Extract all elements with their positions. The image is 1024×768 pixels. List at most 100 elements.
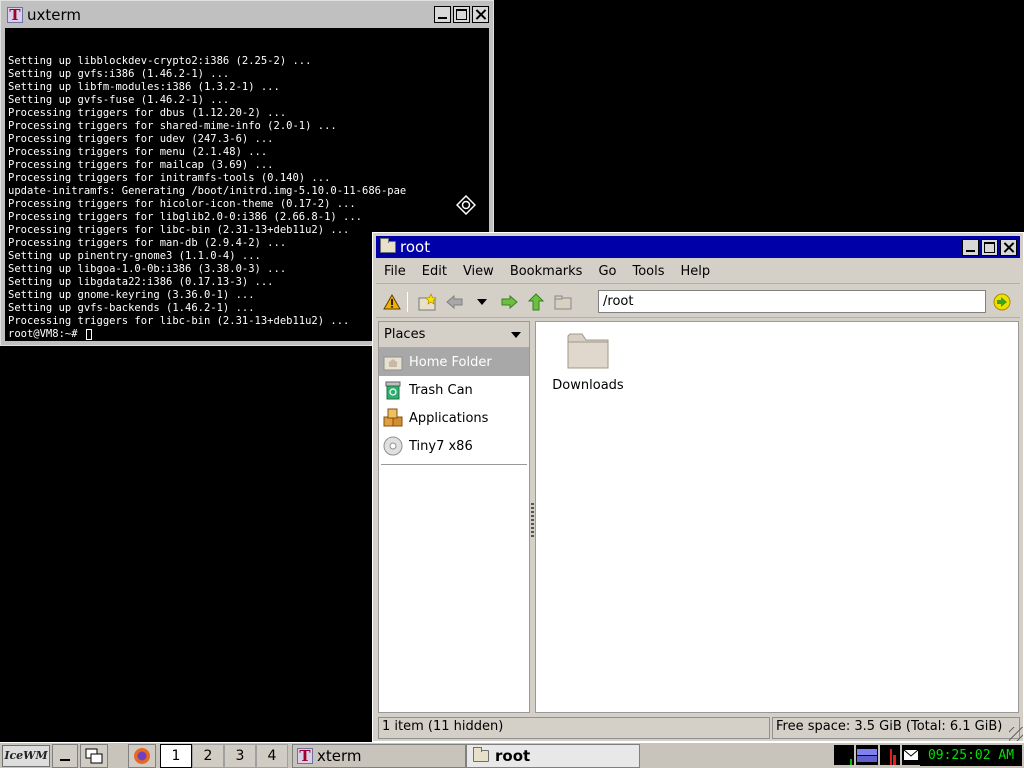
windows-icon	[85, 748, 103, 763]
places-divider	[381, 464, 527, 465]
icewm-logo-text: IceWM	[4, 749, 48, 762]
disc-icon	[383, 436, 403, 456]
task-root[interactable]: root	[466, 743, 640, 768]
home-folder-icon	[383, 352, 403, 372]
menu-edit[interactable]: Edit	[414, 260, 455, 283]
terminal-line: update-initramfs: Generating /boot/initr…	[8, 185, 407, 197]
menu-bar: File Edit View Bookmarks Go Tools Help	[376, 260, 1020, 284]
workspace-switcher: 1 2 3 4	[160, 743, 288, 768]
start-menu-button[interactable]: IceWM	[2, 744, 50, 767]
back-icon[interactable]	[444, 291, 466, 313]
menu-view[interactable]: View	[455, 260, 502, 283]
terminal-line: Processing triggers for dbus (1.12.20-2)…	[8, 107, 287, 119]
task-xterm[interactable]: T xterm	[292, 743, 466, 768]
clock[interactable]: 09:25:02 AM	[920, 745, 1022, 766]
xterm-minimize-button[interactable]	[434, 6, 451, 23]
home-icon[interactable]	[552, 291, 574, 313]
toolbar-separator	[407, 291, 408, 312]
terminal-line: Processing triggers for udev (247.3-6) .…	[8, 133, 274, 145]
window-list-button[interactable]	[80, 743, 108, 768]
system-tray	[834, 745, 920, 765]
file-name: Downloads	[552, 378, 624, 393]
file-view[interactable]: Downloads	[535, 321, 1019, 713]
fm-close-button[interactable]	[1000, 239, 1017, 256]
fm-maximize-button[interactable]	[981, 239, 998, 256]
menu-tools[interactable]: Tools	[624, 260, 672, 283]
xterm-maximize-button[interactable]	[453, 6, 470, 23]
chevron-down-icon	[511, 331, 521, 338]
menu-go[interactable]: Go	[590, 260, 624, 283]
firefox-icon	[134, 747, 150, 764]
fm-title: root	[400, 238, 431, 256]
trash-icon	[383, 380, 403, 400]
terminal-line: Processing triggers for libglib2.0-0:i38…	[8, 211, 363, 223]
warning-icon[interactable]	[381, 291, 403, 313]
menu-file[interactable]: File	[376, 260, 414, 283]
up-icon[interactable]	[525, 291, 547, 313]
folder-icon	[473, 746, 489, 762]
terminal-line: Processing triggers for hicolor-icon-the…	[8, 198, 356, 210]
place-home-folder[interactable]: Home Folder	[379, 348, 529, 376]
place-trash-can[interactable]: Trash Can	[379, 376, 529, 404]
terminal-line: Setting up libblockdev-crypto2:i386 (2.2…	[8, 55, 312, 67]
move-cursor-icon	[456, 195, 476, 215]
side-pane: Places Home Folder Trash Can Application…	[378, 321, 530, 713]
status-item-count: 1 item (11 hidden)	[378, 717, 770, 739]
xterm-app-icon[interactable]: T	[7, 6, 23, 23]
terminal-line: Setting up libfm-modules:i386 (1.3.2-1) …	[8, 81, 280, 93]
terminal-line: Setting up gvfs-fuse (1.46.2-1) ...	[8, 94, 230, 106]
status-free-space: Free space: 3.5 GiB (Total: 6.1 GiB)	[772, 717, 1020, 739]
place-label: Applications	[409, 410, 489, 426]
show-desktop-button[interactable]	[52, 743, 78, 768]
xterm-icon: T	[297, 747, 313, 764]
task-label: root	[495, 746, 531, 765]
task-label: xterm	[317, 746, 362, 765]
workspace-4[interactable]: 4	[256, 743, 288, 768]
resize-grip[interactable]	[1009, 727, 1023, 741]
cpu-monitor-icon[interactable]	[834, 745, 854, 765]
new-tab-icon[interactable]	[417, 291, 439, 313]
memory-monitor-icon[interactable]	[880, 745, 900, 765]
xterm-titlebar[interactable]: T uxterm	[3, 3, 491, 26]
file-item-downloads[interactable]: Downloads	[548, 328, 628, 393]
terminal-prompt: root@VM8:~#	[8, 328, 84, 340]
place-applications[interactable]: Applications	[379, 404, 529, 432]
place-label: Trash Can	[409, 382, 473, 398]
minimize-all-icon	[60, 758, 70, 761]
menu-bookmarks[interactable]: Bookmarks	[502, 260, 591, 283]
terminal-line: Processing triggers for menu (2.1.48) ..…	[8, 146, 268, 158]
places-label: Places	[384, 327, 426, 342]
places-dropdown[interactable]: Places	[379, 322, 529, 348]
taskbar: IceWM 1 2 3 4 T xterm root 09:25:02 AM	[0, 742, 1024, 768]
go-icon[interactable]	[992, 292, 1012, 312]
menu-help[interactable]: Help	[673, 260, 719, 283]
firefox-launcher[interactable]	[128, 743, 156, 768]
terminal-line: Processing triggers for initramfs-tools …	[8, 172, 331, 184]
folder-icon	[567, 333, 609, 369]
path-input[interactable]	[598, 290, 986, 313]
terminal-line: Processing triggers for mailcap (3.69) .…	[8, 159, 274, 171]
xterm-close-button[interactable]	[472, 6, 489, 23]
terminal-cursor	[85, 329, 92, 340]
fm-titlebar[interactable]: root	[376, 236, 1020, 258]
mail-icon[interactable]	[902, 745, 920, 765]
place-label: Home Folder	[409, 354, 492, 370]
status-bar: 1 item (11 hidden) Free space: 3.5 GiB (…	[378, 717, 1020, 739]
terminal-line: Processing triggers for shared-mime-info…	[8, 120, 337, 132]
place-tiny7-x86[interactable]: Tiny7 x86	[379, 432, 529, 460]
forward-icon[interactable]	[498, 291, 520, 313]
fm-minimize-button[interactable]	[962, 239, 979, 256]
xterm-title: uxterm	[27, 5, 82, 24]
folder-icon	[380, 238, 396, 253]
file-manager-window[interactable]: root File Edit View Bookmarks Go Tools H…	[372, 232, 1024, 742]
workspace-1[interactable]: 1	[160, 743, 192, 768]
workspace-3[interactable]: 3	[224, 743, 256, 768]
workspace-2[interactable]: 2	[192, 743, 224, 768]
history-dropdown-icon[interactable]	[471, 291, 493, 313]
network-monitor-icon[interactable]	[856, 745, 878, 765]
terminal-line: Setting up gvfs:i386 (1.46.2-1) ...	[8, 68, 230, 80]
pane-splitter-handle[interactable]	[531, 503, 534, 537]
place-label: Tiny7 x86	[409, 438, 473, 454]
applications-icon	[383, 408, 403, 428]
toolbar	[376, 286, 1020, 318]
